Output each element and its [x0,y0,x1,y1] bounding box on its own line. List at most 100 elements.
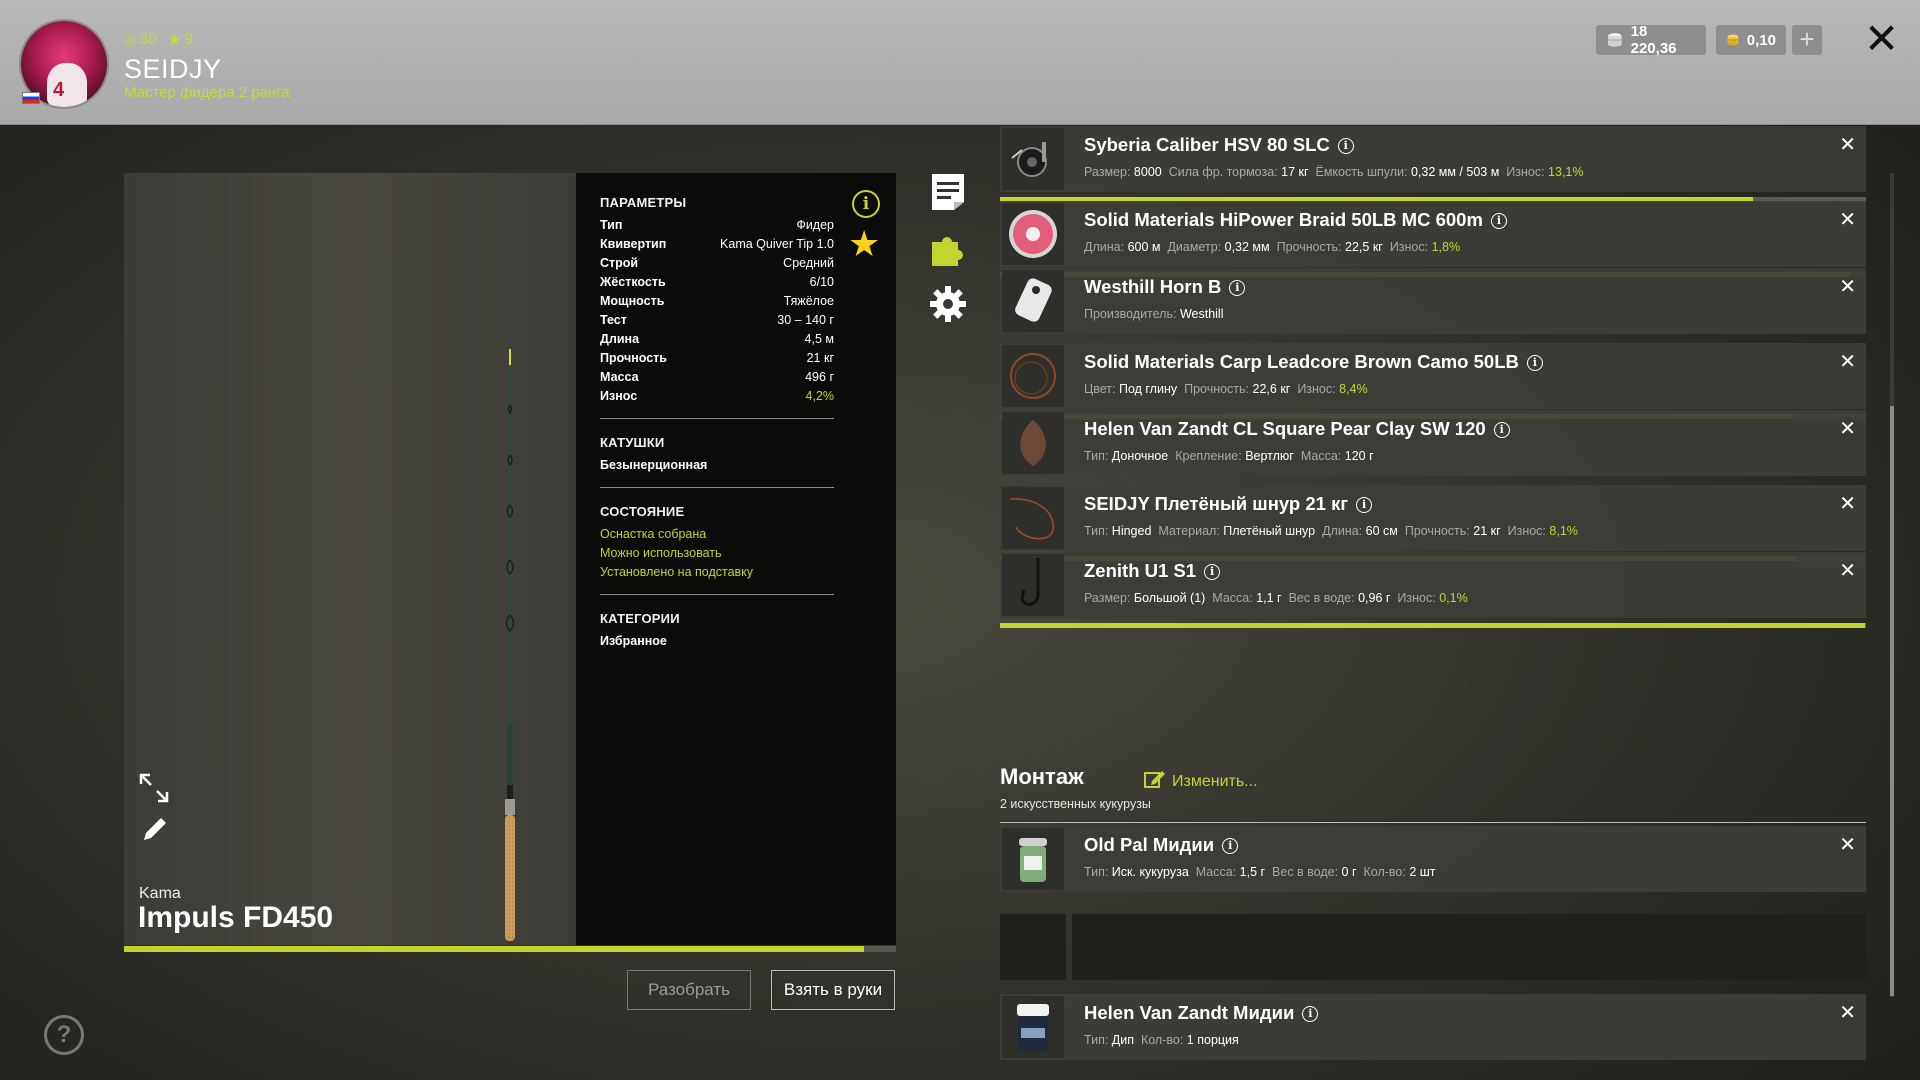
info-icon[interactable]: i [1337,138,1354,154]
info-icon[interactable]: i [1229,280,1246,296]
remove-item-icon[interactable]: ✕ [1839,207,1856,232]
tackle-item[interactable]: Solid Materials HiPower Braid 50LB MC 60… [1000,201,1866,267]
silver-amount: 18 220,36 [1630,23,1677,57]
tackle-item[interactable]: Syberia Caliber HSV 80 SLC i Размер: 8000 … [1000,126,1866,192]
info-icon[interactable]: i [1493,422,1510,438]
item-attr-label: Крепление: [1175,449,1242,463]
item-attr-label: Материал: [1158,524,1220,538]
remove-item-icon[interactable]: ✕ [1839,491,1856,516]
remove-item-icon[interactable]: ✕ [1839,416,1856,441]
silver-coins-icon [1607,33,1622,47]
param-value: Фидер [796,218,834,232]
item-thumbnail [1002,828,1064,890]
remove-item-icon[interactable]: ✕ [1839,349,1856,374]
info-icon[interactable]: i [1356,497,1373,513]
item-attr-label: Тип: [1084,1033,1109,1047]
montage-subtitle: 2 искусственных кукурузы [1000,797,1151,811]
item-attr-value: 8,4% [1339,382,1368,396]
item-description: Размер: 8000 Сила фр. тормоза: 17 кг Ёмк… [1084,165,1590,179]
info-icon[interactable]: i [1222,838,1239,854]
item-attr-value: 22,5 кг [1345,240,1383,254]
list-scrollbar[interactable] [1890,173,1894,997]
help-icon[interactable]: ? [44,1015,84,1055]
item-thumbnail [1002,554,1064,616]
tackle-item[interactable]: Helen Van Zandt CL Square Pear Clay SW 1… [1000,410,1866,476]
item-attr-value: Плетёный шнур [1223,524,1316,538]
gold-amount: 0,10 [1746,31,1776,49]
tackle-item[interactable]: SEIDJY Плетёный шнур 21 кг i Тип: Hinged М… [1000,485,1866,551]
info-icon[interactable]: i [852,190,880,218]
param-label: Тест [600,313,627,327]
remove-item-icon[interactable]: ✕ [1839,558,1856,583]
reels-value: Безынерционная [600,458,708,472]
player-stars: ★ 9 [167,31,194,49]
param-value: 4,2% [805,389,835,403]
state-title: СОСТОЯНИЕ [600,504,685,519]
item-attr-label: Длина: [1322,524,1363,538]
empty-bait-slot[interactable] [1000,914,1866,980]
item-attr-label: Кол-во: [1363,865,1406,879]
info-icon[interactable]: i [1302,1006,1319,1022]
item-attr-label: Тип: [1084,865,1109,879]
item-attr-label: Производитель: [1084,307,1177,321]
gear-icon[interactable] [928,284,968,324]
expand-icon[interactable] [138,772,170,804]
param-row: Тест 30 – 140 г [600,311,834,330]
tackle-item[interactable]: Helen Van Zandt Мидии i Тип: Дип Кол-во: 1… [1000,994,1866,1060]
remove-item-icon[interactable]: ✕ [1839,274,1856,299]
item-attr-value: 1,5 г [1239,865,1266,879]
divider [1000,822,1866,823]
info-icon[interactable]: i [1526,355,1543,371]
item-thumbnail [1002,345,1064,407]
fishing-rod-image [505,349,515,941]
item-description: Длина: 600 м Диаметр: 0,32 мм Прочность:… [1084,240,1467,254]
add-currency-button[interactable]: + [1792,25,1822,55]
disassemble-button[interactable]: Разобрать [627,970,751,1010]
take-in-hands-button[interactable]: Взять в руки [771,970,895,1010]
param-row: Квивертип Kama Quiver Tip 1.0 [600,235,834,254]
item-attr-label: Вес в воде: [1272,865,1339,879]
info-icon[interactable]: i [1490,213,1507,229]
param-row: Жёсткость 6/10 [600,273,834,292]
tackle-item[interactable]: Solid Materials Carp Leadcore Brown Camo… [1000,343,1866,409]
param-value: 30 – 140 г [777,313,834,327]
montage-edit-link[interactable]: Изменить... [1144,769,1258,791]
tackle-item[interactable]: Zenith U1 S1 i Размер: Большой (1) Масса: … [1000,552,1866,618]
item-attr-label: Масса: [1212,591,1253,605]
state-usable: Можно использовать [600,546,722,560]
item-description: Тип: Дип Кол-во: 1 порция [1084,1033,1246,1047]
tackle-item[interactable]: Old Pal Мидии i Тип: Иск. кукуруза Масса: … [1000,826,1866,892]
gold-balance: 0,10 [1716,25,1786,55]
item-title: Westhill Horn Bi [1084,276,1246,298]
item-attr-value: 120 г [1344,449,1374,463]
remove-item-icon[interactable]: ✕ [1839,832,1856,857]
puzzle-icon[interactable] [928,228,968,268]
item-attr-label: Тип: [1084,524,1109,538]
leadcore-icon [1010,353,1056,399]
remove-item-icon[interactable]: ✕ [1839,132,1856,157]
montage-title: Монтаж [1000,764,1084,789]
item-attr-label: Износ: [1506,165,1545,179]
gold-coins-icon [1727,34,1739,46]
remove-item-icon[interactable]: ✕ [1839,1000,1856,1025]
favorite-star-icon[interactable]: ★ [848,226,880,262]
pencil-icon[interactable] [140,814,170,844]
item-attr-value: 1 порция [1186,1033,1239,1047]
param-label: Износ [600,389,638,403]
tackle-item[interactable]: Westhill Horn Bi Производитель: Westhill … [1000,268,1866,334]
document-icon[interactable] [930,172,966,212]
info-icon[interactable]: i [1204,564,1221,580]
scrollbar-thumb[interactable] [1890,406,1894,996]
param-label: Масса [600,370,639,384]
rod-model: Impuls FD450 [138,901,334,934]
hook-icon [1020,558,1040,606]
close-icon[interactable]: ✕ [1864,18,1899,60]
item-description: Размер: Большой (1) Масса: 1,1 г Вес в в… [1084,591,1475,605]
item-description: Производитель: Westhill [1084,307,1230,321]
player-name: SEIDJY [124,54,222,84]
player-stats: ◎ 30 ★ 9 [124,30,193,50]
item-title: Solid Materials Carp Leadcore Brown Camo… [1084,351,1543,373]
item-description: Цвет: Под глину Прочность: 22,6 кг Износ… [1084,382,1375,396]
item-attr-label: Износ: [1297,382,1336,396]
item-attr-label: Износ: [1389,240,1429,254]
